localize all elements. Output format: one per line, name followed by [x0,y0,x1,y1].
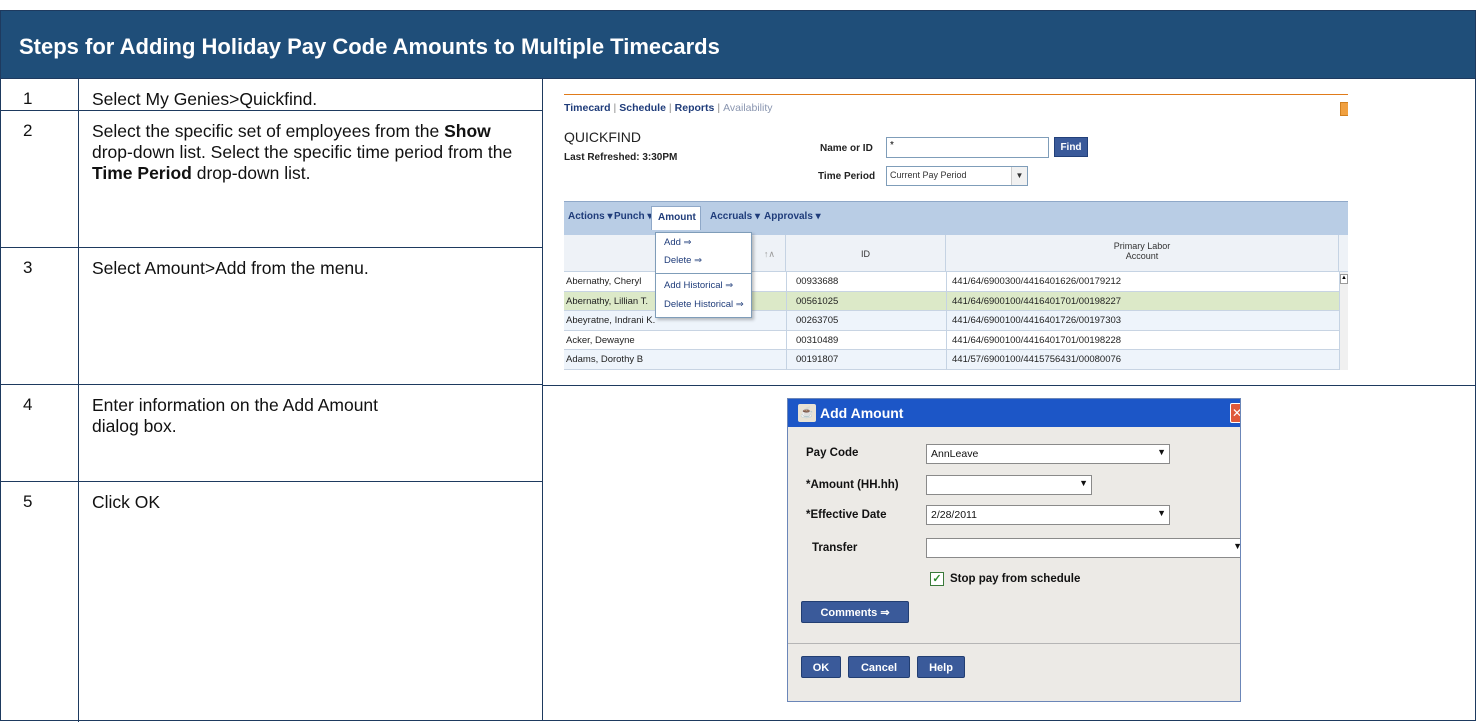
step-text: Select Amount>Add from the menu. [92,258,369,278]
chevron-down-icon: ▼ [1011,167,1027,185]
effective-date-select[interactable]: 2/28/2011 ▼ [926,505,1170,525]
quickfind-screenshot: Timecard | Schedule | Reports | Availability Q… [564,94,1348,370]
orange-rule [564,94,1348,95]
step-row-2: 2 Select the specific set of employees f… [1,111,542,248]
close-icon[interactable]: ✕ [1230,403,1240,423]
cancel-button[interactable]: Cancel [848,656,910,678]
scroll-up-icon[interactable]: ▲ [1340,274,1348,284]
dialog-titlebar: ☕ Add Amount ✕ [788,399,1240,427]
step-row-3: 3 Select Amount>Add from the menu. [1,248,542,385]
chevron-down-icon: ▼ [1157,447,1166,457]
menu-accruals[interactable]: Accruals ▾ [710,211,760,222]
nav-timecard[interactable]: Timecard [564,102,611,114]
step-text: Select the specific set of employees fro… [92,121,513,183]
time-period-select[interactable]: Current Pay Period ▼ [886,166,1028,186]
quickfind-nav: Timecard | Schedule | Reports | Availability [564,102,773,114]
dialog-title: Add Amount [820,405,904,421]
menu-actions[interactable]: Actions ▾ [568,211,612,222]
nav-reports[interactable]: Reports [675,102,715,114]
sort-icon: ↑∧ [763,249,775,259]
table-row[interactable]: Adams, Dorothy B 00191807 441/57/6900100/4… [564,350,1339,370]
chevron-down-icon: ▼ [1233,541,1240,551]
step-number: 3 [1,248,79,384]
step-number: 4 [1,385,79,481]
nav-schedule[interactable]: Schedule [619,102,666,114]
menu-divider [656,273,751,274]
row-divider [542,385,1475,386]
amount-dropdown: Add ⇒ Delete ⇒ Add Historical ⇒ Delete H… [655,232,752,318]
step-number: 2 [1,111,79,247]
nav-availability[interactable]: Availability [723,102,772,114]
menu-punch[interactable]: Punch ▾ [614,211,652,222]
pay-code-select[interactable]: AnnLeave ▼ [926,444,1170,464]
amount-select[interactable]: ▼ [926,475,1092,495]
pay-code-label: Pay Code [806,447,859,459]
column-id[interactable]: ID [786,235,946,272]
step-number: 1 [1,79,79,110]
transfer-select[interactable]: ▼ [926,538,1240,558]
menu-item-add[interactable]: Add ⇒ [664,237,692,248]
dialog-divider [788,643,1240,644]
table-row[interactable]: Acker, Dewayne 00310489 441/64/6900100/441… [564,331,1339,350]
scrollbar[interactable]: ▲ [1339,272,1348,370]
column-labor-account[interactable]: Primary Labor Account [946,235,1339,272]
help-button[interactable]: Help [917,656,965,678]
step-text: Enter information on the Add Amount dial… [92,395,379,436]
add-amount-dialog: ☕ Add Amount ✕ Pay Code AnnLeave▼ *Amoun… [787,398,1241,702]
step-text: Select My Genies>Quickfind. [92,89,318,109]
find-button[interactable]: Find [1054,137,1088,157]
chevron-down-icon: ▼ [1157,508,1166,518]
refresh-text: Last Refreshed: 3:30PM [564,152,678,163]
collapse-icon[interactable] [1340,102,1348,116]
transfer-label: Transfer [812,542,858,554]
step-row-1: 1 Select My Genies>Quickfind. [1,79,542,111]
menu-amount[interactable]: Amount [651,206,701,230]
name-label: Name or ID [820,143,873,154]
page-title: Steps for Adding Holiday Pay Code Amount… [1,11,1475,79]
step-text: Click OK [92,492,161,512]
menu-item-delete[interactable]: Delete ⇒ [664,255,702,266]
stop-pay-checkbox[interactable]: ✓ [930,572,944,586]
stop-pay-label: Stop pay from schedule [950,573,1081,585]
java-icon: ☕ [798,404,816,422]
comments-button[interactable]: Comments ⇒ [801,601,909,623]
step-row-4: 4 Enter information on the Add Amount di… [1,385,542,482]
effective-date-label: *Effective Date [806,509,887,521]
name-input[interactable]: * [886,137,1049,158]
menu-item-add-historical[interactable]: Add Historical ⇒ [664,280,733,291]
menu-item-delete-historical[interactable]: Delete Historical ⇒ [664,299,744,310]
action-toolbar: Actions ▾ Punch ▾ Amount Accruals ▾ Appr… [564,201,1348,235]
ok-button[interactable]: OK [801,656,841,678]
chevron-down-icon: ▼ [1079,478,1088,488]
menu-approvals[interactable]: Approvals ▾ [764,211,821,222]
quickfind-title: QUICKFIND [564,129,641,145]
column-divider [542,79,543,720]
period-label: Time Period [818,171,876,182]
step-number: 5 [1,482,79,722]
step-row-5: 5 Click OK [1,482,542,722]
amount-label: *Amount (HH.hh) [806,479,899,491]
